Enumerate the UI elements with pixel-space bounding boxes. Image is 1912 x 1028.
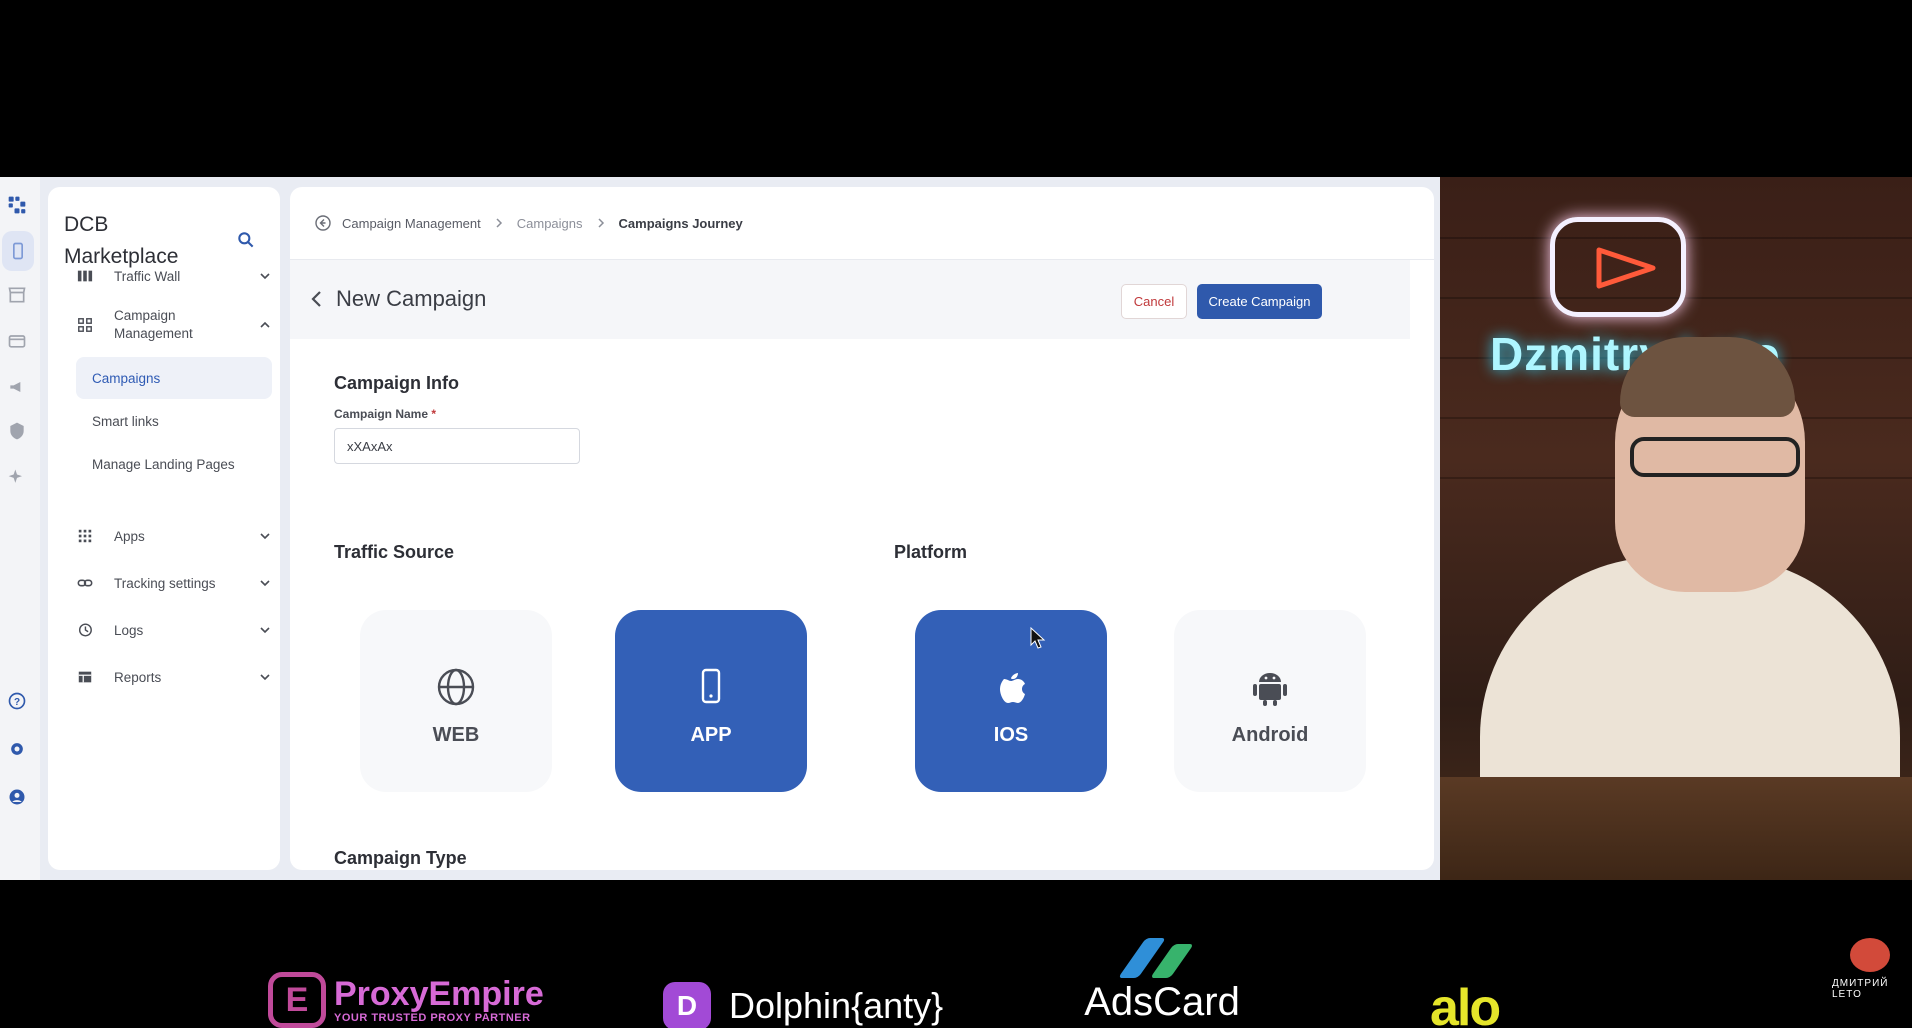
svg-text:?: ? (14, 697, 20, 708)
card-icon[interactable] (0, 321, 34, 361)
create-campaign-button[interactable]: Create Campaign (1197, 284, 1322, 319)
chevron-down-icon (260, 627, 270, 634)
chevron-down-icon (260, 580, 270, 587)
apple-icon (1000, 672, 1025, 703)
chevron-right-icon (496, 218, 502, 228)
campaign-name-label: Campaign Name * (334, 407, 436, 421)
shield-icon[interactable] (0, 411, 34, 451)
sidebar: DCB Marketplace Traffic Wall Campaign Ma… (48, 187, 280, 870)
sidebar-subitem-campaigns[interactable]: Campaigns (76, 357, 272, 399)
sponsor-name: ДМИТРИЙ LETO (1832, 978, 1889, 1000)
proxyempire-logo-icon: E (268, 972, 326, 1028)
breadcrumb-campaign-management[interactable]: Campaign Management (342, 216, 481, 231)
video-frame: ? DCB Marketplace Traffic Wall Campaign … (0, 0, 1912, 1028)
adscard-logo-icon (1117, 934, 1202, 978)
megaphone-icon[interactable] (0, 367, 34, 407)
sidebar-subitem-smart-links[interactable]: Smart links (76, 400, 272, 442)
platform-option-ios[interactable]: IOS (915, 610, 1107, 792)
sponsor-name: Dolphin{anty} (729, 985, 944, 1026)
sponsor-adscard: AdsCard (1084, 934, 1240, 1025)
campaign-name-input[interactable] (334, 428, 580, 464)
link-icon (76, 574, 94, 592)
page-title: New Campaign (336, 286, 487, 311)
apps-grid-icon (76, 527, 94, 545)
tile-label: Android (1231, 723, 1309, 746)
grid-icon (76, 316, 94, 334)
sidebar-item-label: Reports (114, 669, 162, 685)
breadcrumb: Campaign Management Campaigns Campaigns … (314, 213, 743, 233)
main-panel: Campaign Management Campaigns Campaigns … (290, 187, 1434, 870)
sponsor-name: ProxyEmpire (334, 975, 544, 1013)
breadcrumb-campaigns[interactable]: Campaigns (517, 216, 583, 231)
back-arrow-icon[interactable] (304, 286, 330, 312)
platform-heading: Platform (894, 542, 968, 562)
campaign-name-label-text: Campaign Name (334, 407, 429, 421)
chevron-down-icon (260, 273, 270, 280)
page-header: New Campaign Cancel Create Campaign (290, 260, 1410, 339)
mobile-icon[interactable] (2, 231, 34, 271)
campaign-info-heading: Campaign Info (334, 373, 459, 393)
sidebar-item-label: Campaign Management (114, 308, 193, 341)
traffic-option-app[interactable]: APP (615, 610, 807, 792)
sidebar-subitem-manage-landing-pages[interactable]: Manage Landing Pages (76, 443, 272, 485)
sponsor-alo: alo (1430, 979, 1501, 1028)
traffic-source-heading: Traffic Source (334, 542, 455, 562)
search-icon[interactable] (233, 227, 259, 253)
sidebar-item-label: Logs (114, 622, 144, 638)
tile-label: WEB (432, 723, 480, 746)
traffic-option-web[interactable]: WEB (360, 610, 552, 792)
campaign-type-heading: Campaign Type (334, 848, 467, 868)
sponsor-proxyempire: E ProxyEmpire YOUR TRUSTED PROXY PARTNER (268, 972, 544, 1028)
chevron-down-icon (260, 533, 270, 540)
app-screen: ? DCB Marketplace Traffic Wall Campaign … (0, 177, 1440, 880)
sponsor-tagline: YOUR TRUSTED PROXY PARTNER (334, 1012, 531, 1024)
tile-label: APP (690, 723, 732, 746)
gear-icon[interactable] (0, 729, 34, 769)
help-icon[interactable]: ? (0, 681, 34, 721)
phone-icon (701, 668, 721, 703)
webcam-feed: Dzmitry Leto (1440, 177, 1912, 880)
sponsor-name: AdsCard (1084, 980, 1240, 1024)
person-glasses (1630, 437, 1800, 477)
sidebar-item-apps[interactable]: Apps (76, 523, 272, 549)
play-icon (1596, 247, 1656, 289)
user-icon[interactable] (0, 777, 34, 817)
icon-rail: ? (0, 177, 40, 880)
table-icon (76, 668, 94, 686)
sparkle-icon[interactable] (0, 457, 34, 497)
sidebar-item-label: Apps (114, 528, 145, 544)
app-logo-icon[interactable] (0, 185, 34, 225)
breadcrumb-campaigns-journey: Campaigns Journey (618, 215, 743, 231)
store-icon[interactable] (0, 275, 34, 315)
cancel-button[interactable]: Cancel (1121, 284, 1187, 319)
sidebar-item-logs[interactable]: Logs (76, 617, 272, 643)
sidebar-item-traffic-wall[interactable]: Traffic Wall (76, 263, 272, 289)
sidebar-item-tracking-settings[interactable]: Tracking settings (76, 570, 272, 596)
sidebar-item-label: Tracking settings (114, 575, 216, 591)
android-icon (1253, 672, 1287, 706)
sponsor-bar: E ProxyEmpire YOUR TRUSTED PROXY PARTNER… (0, 880, 1912, 1028)
chevron-right-icon (597, 218, 604, 228)
neon-sign-bubble (1550, 217, 1686, 317)
sidebar-item-label: Traffic Wall (114, 268, 181, 284)
sidebar-item-reports[interactable]: Reports (76, 664, 272, 690)
mascot-icon (1850, 938, 1890, 972)
globe-icon (437, 668, 475, 705)
required-mark: * (431, 407, 437, 421)
tile-label: IOS (993, 723, 1029, 746)
back-circle-icon[interactable] (314, 214, 332, 232)
sponsor-dolphin: D Dolphin{anty} (663, 982, 943, 1028)
platform-option-android[interactable]: Android (1174, 610, 1366, 792)
sidebar-item-campaign-management[interactable]: Campaign Management (76, 303, 272, 347)
chevron-down-icon (260, 674, 270, 681)
chevron-up-icon (260, 321, 270, 328)
history-icon (76, 621, 94, 639)
dolphin-logo-icon: D (663, 982, 711, 1028)
mouse-cursor-icon (1030, 627, 1046, 649)
columns-icon (76, 267, 94, 285)
table-surface (1440, 777, 1912, 880)
sponsor-corner-logo: ДМИТРИЙ LETO (1832, 938, 1908, 1010)
